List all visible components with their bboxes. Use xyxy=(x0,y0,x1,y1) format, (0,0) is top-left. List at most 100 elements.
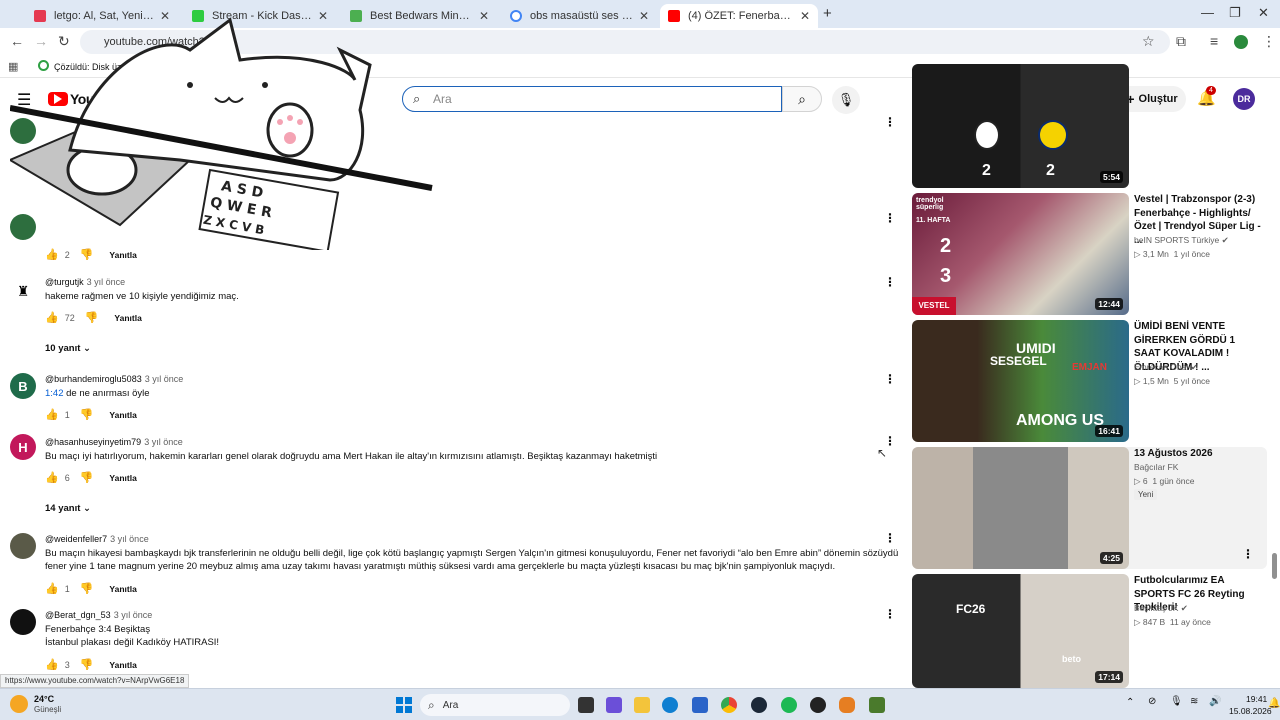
voice-search-button[interactable]: 🎙 xyxy=(832,86,860,114)
menu-icon[interactable]: ⋮ xyxy=(1262,33,1276,50)
channel-name[interactable]: beIN SPORTS Türkiye xyxy=(1134,235,1219,245)
recommended-video[interactable]: trendyol süperlig 11. HAFTA 2 3 VESTEL 1… xyxy=(912,193,1267,315)
comment-actions: 👍 1 👎 Yanıtla xyxy=(45,408,137,421)
more-options-icon[interactable]: ⋮ xyxy=(884,115,896,129)
like-icon[interactable]: 👍 xyxy=(45,408,59,421)
new-tab-button[interactable]: + xyxy=(823,5,832,22)
like-icon[interactable]: 👍 xyxy=(45,471,59,484)
bookmark-star-icon[interactable]: ☆ xyxy=(1142,33,1155,50)
microphone-app-icon[interactable] xyxy=(839,697,855,713)
spotify-icon[interactable] xyxy=(781,697,797,713)
timestamp-link[interactable]: 1:42 xyxy=(45,388,64,399)
dislike-icon[interactable]: 👎 xyxy=(80,471,94,484)
like-icon[interactable]: 👍 xyxy=(45,311,59,324)
minimize-icon[interactable]: — xyxy=(1201,5,1214,20)
replies-toggle[interactable]: 10 yanıt ⌄ xyxy=(45,343,91,354)
reply-button[interactable]: Yanıtla xyxy=(109,660,136,670)
more-options-icon[interactable]: ⋮ xyxy=(884,607,896,621)
store-icon[interactable] xyxy=(692,697,708,713)
video-thumbnail[interactable]: 4:25 xyxy=(912,447,1129,569)
task-view-icon[interactable] xyxy=(578,697,594,713)
more-options-icon[interactable]: ⋮ xyxy=(1242,547,1254,561)
channel-name[interactable]: Beşiktaş JK xyxy=(1134,603,1178,613)
more-options-icon[interactable]: ⋮ xyxy=(884,531,896,545)
comment-author[interactable]: @burhandemiroglu5083 xyxy=(45,374,142,384)
mic-tray-icon[interactable]: 🎙 xyxy=(1170,696,1183,707)
comment-time[interactable]: 3 yıl önce xyxy=(145,374,184,384)
recommended-video[interactable]: 2 2 5:54 xyxy=(912,64,1267,188)
video-thumbnail[interactable]: FC26 beto 17:14 xyxy=(912,574,1129,688)
account-avatar[interactable]: DR xyxy=(1233,88,1255,110)
dislike-icon[interactable]: 👎 xyxy=(85,311,99,324)
wifi-icon[interactable]: ≋ xyxy=(1190,696,1198,707)
close-window-icon[interactable]: ✕ xyxy=(1258,5,1269,21)
search-input[interactable]: ⌕ Ara xyxy=(402,86,782,112)
edge-icon[interactable] xyxy=(662,697,678,713)
steam-icon[interactable] xyxy=(751,697,767,713)
chevron-up-icon[interactable]: ⌃ xyxy=(1126,697,1134,708)
chrome-icon[interactable] xyxy=(721,697,737,713)
taskbar-search[interactable]: ⌕ Ara xyxy=(420,694,570,716)
obs-icon[interactable] xyxy=(810,697,826,713)
weather-sun-icon[interactable] xyxy=(10,695,28,713)
file-explorer-icon[interactable] xyxy=(634,697,650,713)
comment-author[interactable]: @weidenfeller7 xyxy=(45,534,107,544)
reply-button[interactable]: Yanıtla xyxy=(109,473,136,483)
close-icon[interactable]: ✕ xyxy=(639,9,649,23)
more-options-icon[interactable]: ⋮ xyxy=(884,211,896,225)
windows-start-icon[interactable] xyxy=(396,697,412,713)
dislike-icon[interactable]: 👎 xyxy=(80,582,94,595)
video-thumbnail[interactable]: 2 2 5:54 xyxy=(912,64,1129,188)
channel-name[interactable]: Bağcılar FK xyxy=(1134,462,1178,472)
search-button[interactable]: ⌕ xyxy=(782,86,822,112)
app-icon[interactable] xyxy=(606,697,622,713)
reply-button[interactable]: Yanıtla xyxy=(114,313,141,323)
recommended-video[interactable]: 4:25 13 Ağustos 2026 Bağcılar FK ▷ 6 1 g… xyxy=(912,447,1267,569)
recommended-video[interactable]: UMIDI SESEGEL EMJAN AMONG US 16:41 ÜMİDİ… xyxy=(912,320,1267,442)
comment-author[interactable]: @Berat_dgn_53 xyxy=(45,610,111,620)
comment-time[interactable]: 3 yıl önce xyxy=(144,437,183,447)
comment-author[interactable]: @turgutjk xyxy=(45,277,84,287)
video-thumbnail[interactable]: trendyol süperlig 11. HAFTA 2 3 VESTEL 1… xyxy=(912,193,1129,315)
more-options-icon[interactable]: ⋮ xyxy=(884,372,896,386)
avatar[interactable]: H xyxy=(10,434,36,460)
like-icon[interactable]: 👍 xyxy=(45,658,59,671)
extensions-icon[interactable]: ⧉ xyxy=(1176,33,1186,50)
profile-avatar[interactable] xyxy=(1234,35,1248,49)
browser-tab-active[interactable]: (4) ÖZET: Fenerbahçe 3-4 Beşikt ✕ xyxy=(660,4,818,28)
weather-temp[interactable]: 24°C xyxy=(34,694,54,704)
close-icon[interactable]: ✕ xyxy=(800,9,810,23)
more-options-icon[interactable]: ⋮ xyxy=(884,275,896,289)
avatar[interactable] xyxy=(10,533,36,559)
recommended-video[interactable]: FC26 beto 17:14 Futbolcularımız EA SPORT… xyxy=(912,574,1267,688)
browser-tab[interactable]: obs masaüstü ses gelmi - Goog ✕ xyxy=(502,4,657,28)
clock-time[interactable]: 19:41 xyxy=(1246,694,1267,704)
scrollbar-thumb[interactable] xyxy=(1272,553,1277,579)
comment-time[interactable]: 3 yıl önce xyxy=(114,610,153,620)
dislike-icon[interactable]: 👎 xyxy=(80,658,94,671)
clock-date[interactable]: 15.08.2026 xyxy=(1229,706,1272,716)
minecraft-icon[interactable] xyxy=(869,697,885,713)
maximize-icon[interactable]: ❐ xyxy=(1229,5,1241,21)
comment-time[interactable]: 3 yıl önce xyxy=(110,534,149,544)
reply-button[interactable]: Yanıtla xyxy=(109,250,136,260)
reply-button[interactable]: Yanıtla xyxy=(109,584,136,594)
replies-toggle[interactable]: 14 yanıt ⌄ xyxy=(45,503,91,514)
close-icon[interactable]: ✕ xyxy=(479,9,489,23)
tab-search-icon[interactable]: ≡ xyxy=(1210,33,1218,49)
channel-name[interactable]: Emrecan Önal xyxy=(1134,362,1188,372)
dislike-icon[interactable]: 👎 xyxy=(80,408,94,421)
avatar[interactable]: B xyxy=(10,373,36,399)
comment-time[interactable]: 3 yıl önce xyxy=(87,277,126,287)
comment-author[interactable]: @hasanhuseyinyetim79 xyxy=(45,437,141,447)
weather-desc[interactable]: Güneşli xyxy=(34,705,61,714)
volume-icon[interactable]: 🔊 xyxy=(1209,696,1221,707)
avatar[interactable]: ♜ xyxy=(10,278,36,304)
notification-center-icon[interactable]: 🔔 xyxy=(1268,698,1280,709)
video-title[interactable]: 13 Ağustos 2026 xyxy=(1134,447,1262,461)
network-icon[interactable]: ⊘ xyxy=(1148,696,1156,707)
video-thumbnail[interactable]: UMIDI SESEGEL EMJAN AMONG US 16:41 xyxy=(912,320,1129,442)
avatar[interactable] xyxy=(10,609,36,635)
reply-button[interactable]: Yanıtla xyxy=(109,410,136,420)
like-icon[interactable]: 👍 xyxy=(45,582,59,595)
